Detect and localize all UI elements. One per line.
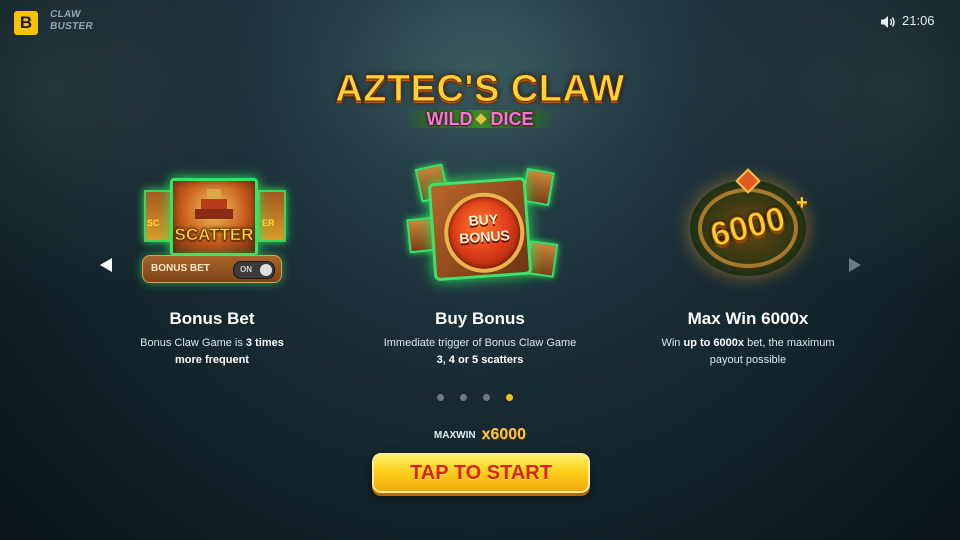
- scatter-side-card-right: ER: [258, 190, 286, 242]
- toggle-knob: [260, 264, 272, 276]
- provider-logo: CLAW BUSTER: [49, 9, 106, 37]
- feature-description: Win up to 6000x bet, the maximum payout …: [618, 335, 878, 369]
- feature-title: Max Win 6000x: [687, 309, 809, 328]
- buy-bonus-frame: BUY BONUS: [427, 176, 533, 282]
- game-subtitle: WILD DICE: [395, 106, 565, 132]
- buy-bonus-coin: BUY BONUS: [441, 190, 527, 276]
- pagination-dot-1[interactable]: [437, 394, 444, 401]
- feature-description: Bonus Claw Game is 3 times more frequent: [82, 335, 342, 369]
- game-subtitle-banner: WILD DICE: [395, 106, 565, 132]
- max-win-info: MAXWIN x6000: [0, 426, 960, 444]
- max-win-plus: +: [796, 192, 808, 214]
- desc-highlight: 3 times: [245, 337, 284, 349]
- game-logo: AZTEC'S CLAW WILD DICE: [330, 66, 630, 146]
- scatter-symbol: SCATTER: [170, 178, 258, 256]
- feature-card-max-win: 6000 + Max Win 6000x Win up to 6000x bet…: [618, 160, 878, 369]
- desc-text: Win: [661, 337, 684, 349]
- desc-highlight: 3, 4 or 5 scatters: [436, 354, 524, 366]
- bonus-bet-toggle: BONUS BET ON: [142, 255, 282, 283]
- max-win-value: x6000: [481, 426, 527, 443]
- speaker-icon[interactable]: [880, 15, 896, 29]
- toggle-state-label: ON: [240, 265, 252, 274]
- desc-highlight: more frequent: [175, 354, 249, 366]
- desc-text: Immediate trigger of Bonus Claw Game: [383, 337, 577, 349]
- max-win-illustration: 6000 +: [618, 160, 878, 300]
- provider-logo-line-2: BUSTER: [49, 21, 94, 32]
- max-win-label: MAXWIN: [433, 429, 476, 441]
- brand-logo-badge: B: [14, 11, 38, 35]
- coin-text-line-1: BUY: [468, 210, 499, 229]
- carousel-pagination: [437, 394, 529, 402]
- buy-bonus-coin-text: BUY BONUS: [447, 209, 521, 248]
- buy-bonus-illustration: BUY BONUS: [350, 160, 610, 300]
- pagination-dot-3[interactable]: [483, 394, 490, 401]
- pagination-dot-2[interactable]: [460, 394, 467, 401]
- desc-text: bet, the maximum: [744, 337, 835, 349]
- pagination-dot-4-active[interactable]: [506, 394, 513, 401]
- subtitle-wild: WILD: [426, 109, 473, 129]
- feature-title: Bonus Bet: [169, 309, 255, 328]
- side-card-text-right: ER: [262, 218, 275, 228]
- temple-icon: [195, 189, 233, 219]
- scatter-label: SCATTER: [174, 225, 254, 245]
- clock: 21:06: [902, 13, 935, 28]
- feature-card-buy-bonus: BUY BONUS Buy Bonus Immediate trigger of…: [350, 160, 610, 369]
- diamond-gem-icon: [475, 113, 488, 125]
- desc-text: Bonus Claw Game is: [140, 337, 246, 349]
- feature-card-bonus-bet: SC ER SCATTER BONUS BET ON Bonus Bet Bon…: [82, 160, 342, 369]
- bonus-bet-illustration: SC ER SCATTER BONUS BET ON: [82, 160, 342, 300]
- side-card-text-left: SC: [147, 218, 160, 228]
- coin-text-line-2: BONUS: [458, 226, 511, 247]
- feature-title: Buy Bonus: [435, 309, 525, 328]
- provider-logo-line-1: CLAW: [49, 9, 82, 20]
- toggle-switch: ON: [233, 261, 275, 279]
- bonus-bet-toggle-label: BONUS BET: [151, 263, 210, 274]
- desc-highlight: up to 6000x: [683, 337, 745, 349]
- desc-text: payout possible: [709, 354, 787, 366]
- feature-description: Immediate trigger of Bonus Claw Game 3, …: [350, 335, 610, 369]
- tap-to-start-button[interactable]: TAP TO START: [372, 453, 590, 493]
- subtitle-dice: DICE: [490, 109, 534, 129]
